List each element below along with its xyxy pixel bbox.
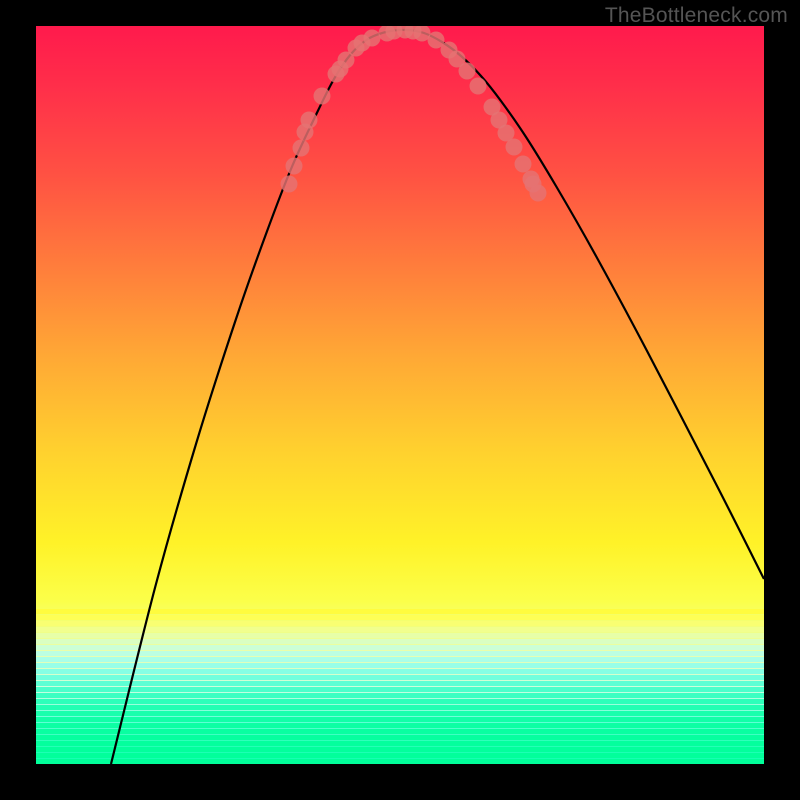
data-marker bbox=[506, 139, 523, 156]
data-marker bbox=[515, 156, 532, 173]
watermark-text: TheBottleneck.com bbox=[605, 4, 788, 28]
data-markers bbox=[281, 26, 547, 202]
data-marker bbox=[293, 140, 310, 157]
curve-path bbox=[111, 30, 764, 764]
data-marker bbox=[459, 63, 476, 80]
data-marker bbox=[364, 30, 381, 47]
data-marker bbox=[286, 158, 303, 175]
data-marker bbox=[470, 78, 487, 95]
data-marker bbox=[530, 185, 547, 202]
chart-plot-area bbox=[36, 26, 764, 764]
data-marker bbox=[301, 112, 318, 129]
data-marker bbox=[281, 176, 298, 193]
chart-svg bbox=[36, 26, 764, 764]
chart-outer-frame bbox=[0, 26, 800, 800]
data-marker bbox=[314, 88, 331, 105]
